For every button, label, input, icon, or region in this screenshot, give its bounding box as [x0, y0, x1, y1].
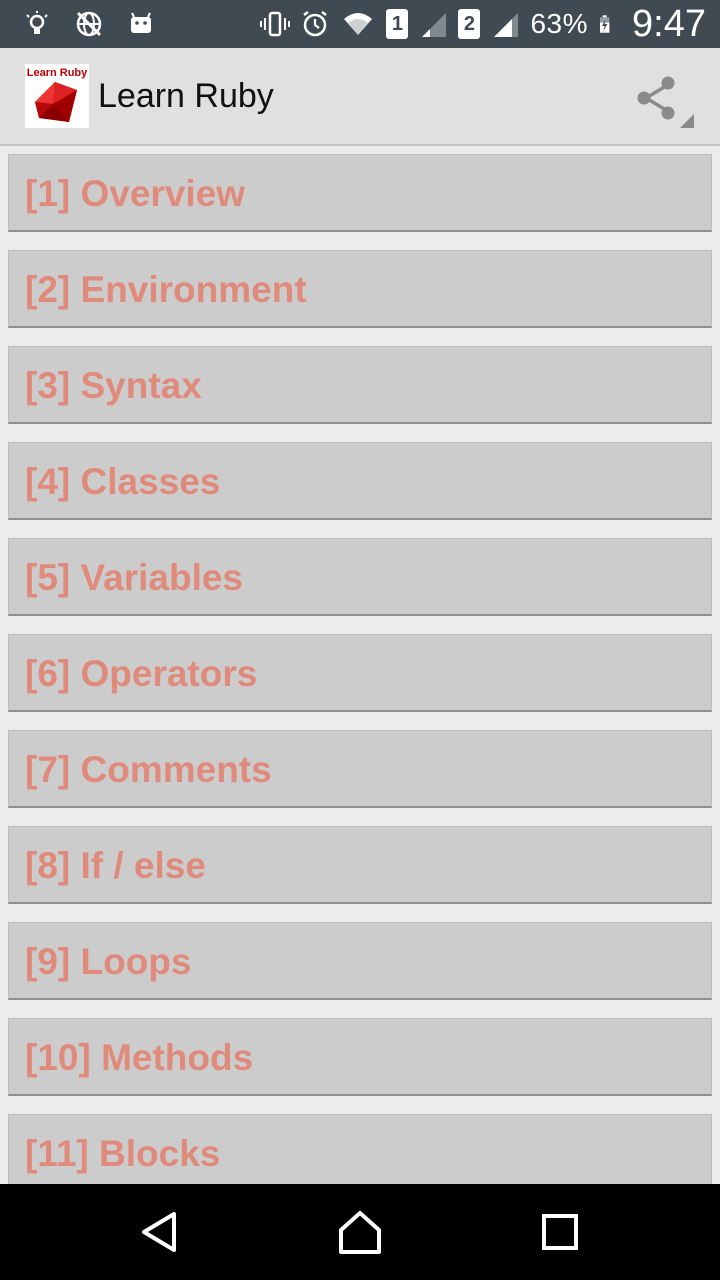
lesson-list[interactable]: [1] Overview [2] Environment [3] Syntax …: [0, 146, 720, 1184]
lesson-item[interactable]: [5] Variables: [8, 538, 712, 616]
home-button[interactable]: [336, 1208, 384, 1256]
lesson-label: [3] Syntax: [25, 365, 202, 406]
bulb-icon: [26, 11, 48, 34]
battery-percent: 63%: [530, 8, 589, 39]
lesson-label: [1] Overview: [25, 173, 246, 214]
lesson-item[interactable]: [1] Overview: [8, 154, 712, 232]
lesson-label: [9] Loops: [25, 941, 192, 982]
lesson-item[interactable]: [8] If / else: [8, 826, 712, 904]
wifi-icon: [344, 13, 373, 35]
lesson-item[interactable]: [3] Syntax: [8, 346, 712, 424]
signal-strong-icon: [494, 13, 519, 37]
signal-weak-icon: [422, 13, 447, 37]
recents-square-icon: [542, 1214, 578, 1250]
globe-off-icon: [76, 11, 102, 37]
vibrate-icon: [260, 11, 291, 37]
lesson-item[interactable]: [10] Methods: [8, 1018, 712, 1096]
lesson-label: [10] Methods: [25, 1037, 254, 1078]
lesson-label: [5] Variables: [25, 557, 244, 598]
battery-charging-icon: [600, 15, 610, 33]
android-icon: [131, 12, 151, 33]
status-bar: 1 2 63% 9:47: [0, 0, 720, 48]
lesson-item[interactable]: [4] Classes: [8, 442, 712, 520]
lesson-label: [8] If / else: [25, 845, 206, 886]
lesson-item[interactable]: [9] Loops: [8, 922, 712, 1000]
sim1-badge: 1: [386, 9, 409, 39]
back-triangle-icon: [142, 1212, 176, 1252]
lesson-item[interactable]: [6] Operators: [8, 634, 712, 712]
sim2-badge: 2: [458, 9, 481, 39]
home-icon: [339, 1211, 381, 1254]
ruby-gem-icon: [35, 82, 77, 122]
alarm-icon: [303, 11, 328, 37]
share-button[interactable]: [632, 70, 696, 130]
app-logo: Learn Ruby: [25, 64, 89, 128]
lesson-label: [7] Comments: [25, 749, 272, 790]
lesson-label: [11] Blocks: [25, 1133, 221, 1174]
navigation-bar: [0, 1184, 720, 1280]
lesson-label: [6] Operators: [25, 653, 258, 694]
lesson-item[interactable]: [2] Environment: [8, 250, 712, 328]
share-icon: [637, 76, 694, 128]
app-bar: Learn Ruby Learn Ruby: [0, 48, 720, 146]
lesson-item[interactable]: [11] Blocks: [8, 1114, 712, 1184]
recents-button[interactable]: [536, 1208, 584, 1256]
lesson-label: [2] Environment: [25, 269, 307, 310]
back-button[interactable]: [136, 1208, 184, 1256]
lesson-label: [4] Classes: [25, 461, 221, 502]
clock: 9:47: [632, 3, 706, 45]
app-title: Learn Ruby: [98, 77, 274, 115]
lesson-item[interactable]: [7] Comments: [8, 730, 712, 808]
